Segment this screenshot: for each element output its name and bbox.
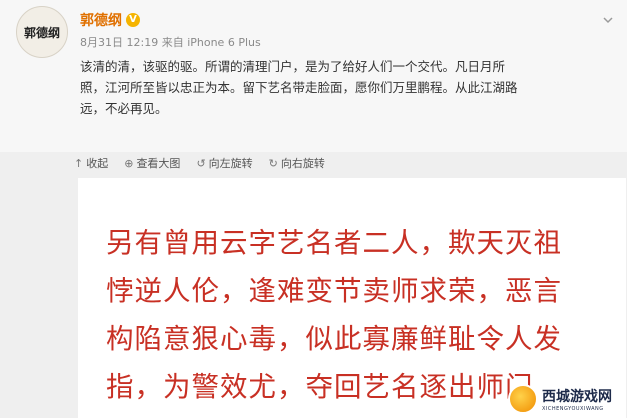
avatar-label: 郭德纲 [23,25,60,40]
post-meta: 8月31日 12:19 来自 iPhone 6 Plus [80,34,261,50]
post-source: 来自 iPhone 6 Plus [161,36,261,49]
collapse-button[interactable]: ↑ 收起 [74,155,108,171]
post-body: 该清的清，该驱的驱。所谓的清理门户，是为了给好人们一个交代。凡日月所 照，江河所… [80,56,610,119]
rotate-right-icon: ↻ [268,156,278,170]
document-text-line: 指，为警效尤，夺回艺名逐出师门 [106,371,534,403]
author-row: 郭德纲 V [80,10,140,30]
weibo-post: 郭德纲 郭德纲 V 8月31日 12:19 来自 iPhone 6 Plus 该… [0,0,627,152]
chevron-down-icon[interactable] [601,14,615,28]
rotate-right-button[interactable]: ↻ 向右旋转 [269,155,325,171]
rotate-right-label: 向右旋转 [280,157,325,170]
author-name[interactable]: 郭德纲 [80,10,122,30]
post-date[interactable]: 8月31日 [80,36,123,49]
document-text-line: 另有曾用云字艺名者二人，欺天灭祖 [106,227,562,259]
image-toolbar: ↑ 收起 ⊕ 查看大图 ↺ 向左旋转 ↻ 向右旋转 [74,153,325,173]
collapse-label: 收起 [86,157,109,170]
post-text-line: 照，江河所至皆以忠正为本。留下艺名带走脸面，愿你们万里鹏程。从此江湖路 [80,80,518,95]
watermark-title: 西城游戏网 [542,389,612,405]
post-time: 12:19 [126,36,159,49]
watermark-text: 西城游戏网 XICHENGYOUXIWANG [542,386,612,412]
arrow-up-icon: ↑ [74,156,84,170]
site-watermark: 西城游戏网 XICHENGYOUXIWANG [508,382,624,416]
avatar[interactable]: 郭德纲 [16,6,68,58]
verified-badge: V [126,13,140,27]
rotate-left-label: 向左旋转 [208,157,253,170]
post-text-line: 远，不必再见。 [80,101,168,116]
rotate-left-icon: ↺ [196,156,206,170]
document-text-line: 构陷意狠心毒，似此寡廉鲜耻令人发 [106,323,562,355]
zoom-icon: ⊕ [124,156,134,170]
view-large-button[interactable]: ⊕ 查看大图 [124,155,180,171]
document-text-line: 悖逆人伦，逢难变节卖师求荣，恶言 [106,275,562,307]
watermark-logo-icon [508,384,538,414]
watermark-subtitle: XICHENGYOUXIWANG [542,406,604,412]
post-text-line: 该清的清，该驱的驱。所谓的清理门户，是为了给好人们一个交代。凡日月所 [80,59,506,74]
rotate-left-button[interactable]: ↺ 向左旋转 [196,155,252,171]
view-large-label: 查看大图 [136,157,181,170]
